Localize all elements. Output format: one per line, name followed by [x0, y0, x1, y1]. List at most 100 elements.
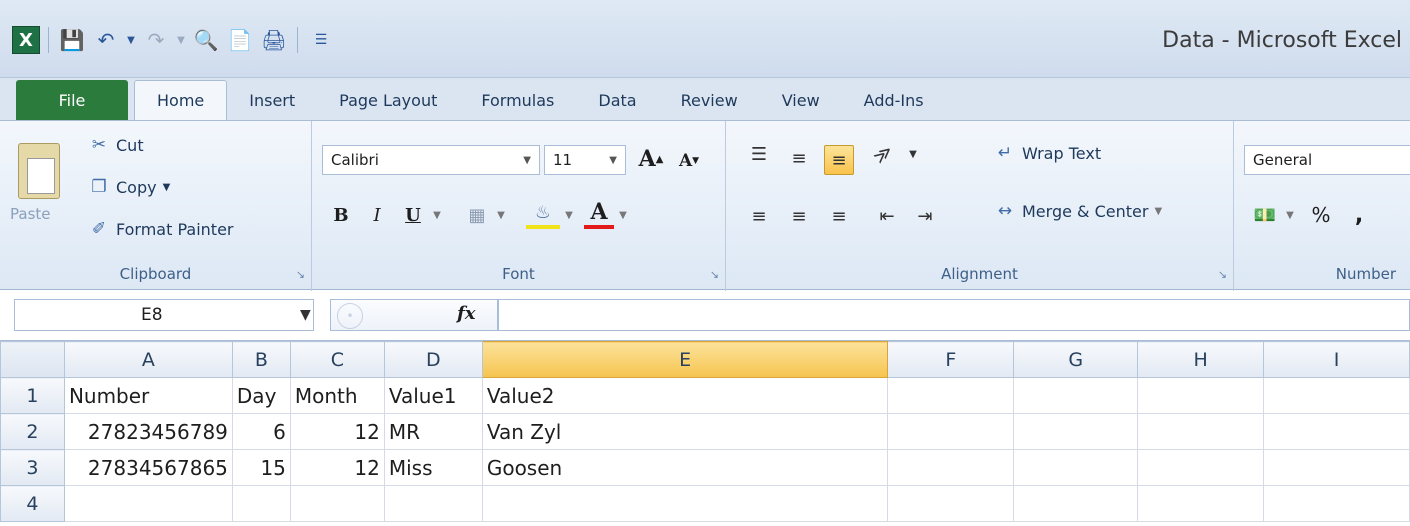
tab-insert[interactable]: Insert — [227, 80, 317, 120]
cell[interactable]: 12 — [289, 413, 385, 450]
formula-input[interactable] — [498, 299, 1410, 331]
cell[interactable] — [289, 485, 385, 522]
cell[interactable] — [1263, 449, 1410, 486]
customize-icon[interactable]: ☰ — [306, 25, 336, 55]
column-header-b[interactable]: B — [231, 341, 291, 378]
dialog-launcher-icon[interactable]: ↘ — [710, 268, 719, 281]
save-icon[interactable]: 💾 — [57, 25, 87, 55]
wrap-text-button[interactable]: ↵ Wrap Text — [994, 143, 1101, 163]
font-size-select[interactable]: 11 ▼ — [544, 145, 626, 175]
cell[interactable]: 6 — [231, 413, 291, 450]
grow-font-button[interactable]: A ▲ — [636, 143, 666, 175]
row-header[interactable]: 4 — [0, 485, 65, 522]
cell[interactable]: 27834567865 — [63, 449, 233, 486]
format-painter-button[interactable]: ✐ Format Painter — [88, 219, 234, 239]
tab-view[interactable]: View — [760, 80, 842, 120]
align-top-icon[interactable]: ☰ — [744, 139, 774, 169]
cell[interactable] — [1263, 377, 1410, 414]
cell[interactable]: Miss — [383, 449, 483, 486]
chevron-down-icon[interactable]: ▼ — [300, 307, 311, 323]
print-preview-icon[interactable]: 🔍 — [191, 25, 221, 55]
chevron-down-icon[interactable]: ▼ — [492, 199, 510, 231]
tab-data[interactable]: Data — [576, 80, 658, 120]
row-header[interactable]: 2 — [0, 413, 65, 450]
cell[interactable]: Day — [231, 377, 291, 414]
paste-button[interactable]: Paste — [10, 205, 51, 223]
cell[interactable] — [1013, 485, 1139, 522]
cut-button[interactable]: ✂ Cut — [88, 135, 144, 155]
underline-button[interactable]: U — [398, 199, 428, 231]
cell[interactable] — [1013, 449, 1139, 486]
tab-add-ins[interactable]: Add-Ins — [842, 80, 946, 120]
number-format-select[interactable]: General — [1244, 145, 1410, 175]
chevron-down-icon[interactable]: ▼ — [614, 199, 632, 231]
align-left-icon[interactable]: ≡ — [744, 201, 774, 231]
chevron-down-icon[interactable]: ▼ — [1282, 199, 1298, 231]
borders-icon[interactable]: ▦ — [462, 199, 492, 231]
cell[interactable] — [1137, 413, 1265, 450]
column-header-i[interactable]: I — [1263, 341, 1410, 378]
cell[interactable]: Number — [63, 377, 233, 414]
column-header-e[interactable]: E — [481, 341, 889, 378]
cell[interactable] — [1137, 485, 1265, 522]
cell[interactable] — [1263, 485, 1410, 522]
chevron-down-icon[interactable]: ▼ — [163, 182, 171, 193]
redo-icon[interactable]: ↷ — [141, 25, 171, 55]
merge-center-button[interactable]: ↔ Merge & Center ▼ — [994, 201, 1162, 221]
bold-button[interactable]: B — [326, 199, 356, 231]
comma-button[interactable]: , — [1344, 199, 1374, 231]
cell[interactable]: 15 — [231, 449, 291, 486]
cell[interactable]: Goosen — [481, 449, 889, 486]
dialog-launcher-icon[interactable]: ↘ — [296, 268, 305, 281]
chevron-down-icon[interactable]: ▼ — [428, 199, 446, 231]
cell[interactable] — [887, 377, 1015, 414]
font-name-select[interactable]: Calibri ▼ — [322, 145, 540, 175]
cell[interactable] — [63, 485, 233, 522]
tab-formulas[interactable]: Formulas — [459, 80, 576, 120]
tab-file[interactable]: File — [16, 80, 128, 120]
select-all-corner[interactable] — [0, 341, 65, 378]
cell[interactable]: 27823456789 — [63, 413, 233, 450]
cell[interactable]: Van Zyl — [481, 413, 889, 450]
copy-button[interactable]: ❐ Copy ▼ — [88, 177, 170, 197]
cell[interactable] — [1137, 377, 1265, 414]
tab-home[interactable]: Home — [134, 80, 228, 120]
cell[interactable] — [887, 413, 1015, 450]
insert-function-button[interactable]: fx — [457, 303, 475, 324]
align-right-icon[interactable]: ≡ — [824, 201, 854, 231]
fill-color-icon[interactable]: ♨ — [526, 199, 560, 229]
column-header-f[interactable]: F — [887, 341, 1015, 378]
excel-icon[interactable]: X — [12, 26, 40, 54]
paste-icon[interactable] — [18, 143, 60, 199]
chevron-down-icon[interactable]: ▼ — [125, 25, 137, 55]
align-bottom-icon[interactable]: ≡ — [824, 145, 854, 175]
cell[interactable] — [1013, 413, 1139, 450]
cell[interactable]: Value1 — [383, 377, 483, 414]
currency-icon[interactable]: 💵 — [1248, 199, 1282, 231]
cell[interactable] — [231, 485, 291, 522]
cell[interactable]: 12 — [289, 449, 385, 486]
shrink-font-button[interactable]: A ▼ — [674, 145, 704, 177]
cell[interactable]: Value2 — [481, 377, 889, 414]
row-header[interactable]: 3 — [0, 449, 65, 486]
column-header-a[interactable]: A — [63, 341, 233, 378]
cell[interactable] — [1263, 413, 1410, 450]
cell[interactable] — [481, 485, 889, 522]
decrease-indent-icon[interactable]: ⇤ — [872, 201, 902, 231]
font-color-button[interactable]: A — [584, 199, 614, 229]
cell[interactable] — [1013, 377, 1139, 414]
align-middle-icon[interactable]: ≡ — [784, 143, 814, 173]
cell[interactable]: MR — [383, 413, 483, 450]
undo-icon[interactable]: ↶ — [91, 25, 121, 55]
cell[interactable] — [383, 485, 483, 522]
cell[interactable]: Month — [289, 377, 385, 414]
print-icon[interactable]: 🖨 — [259, 25, 289, 55]
column-header-g[interactable]: G — [1013, 341, 1139, 378]
percent-button[interactable]: % — [1306, 199, 1336, 231]
increase-indent-icon[interactable]: ⇥ — [910, 201, 940, 231]
cancel-icon[interactable]: • — [337, 303, 363, 329]
name-box[interactable]: E8 — [14, 299, 314, 331]
chevron-down-icon[interactable]: ▼ — [560, 199, 578, 231]
cell[interactable] — [1137, 449, 1265, 486]
column-header-d[interactable]: D — [383, 341, 483, 378]
